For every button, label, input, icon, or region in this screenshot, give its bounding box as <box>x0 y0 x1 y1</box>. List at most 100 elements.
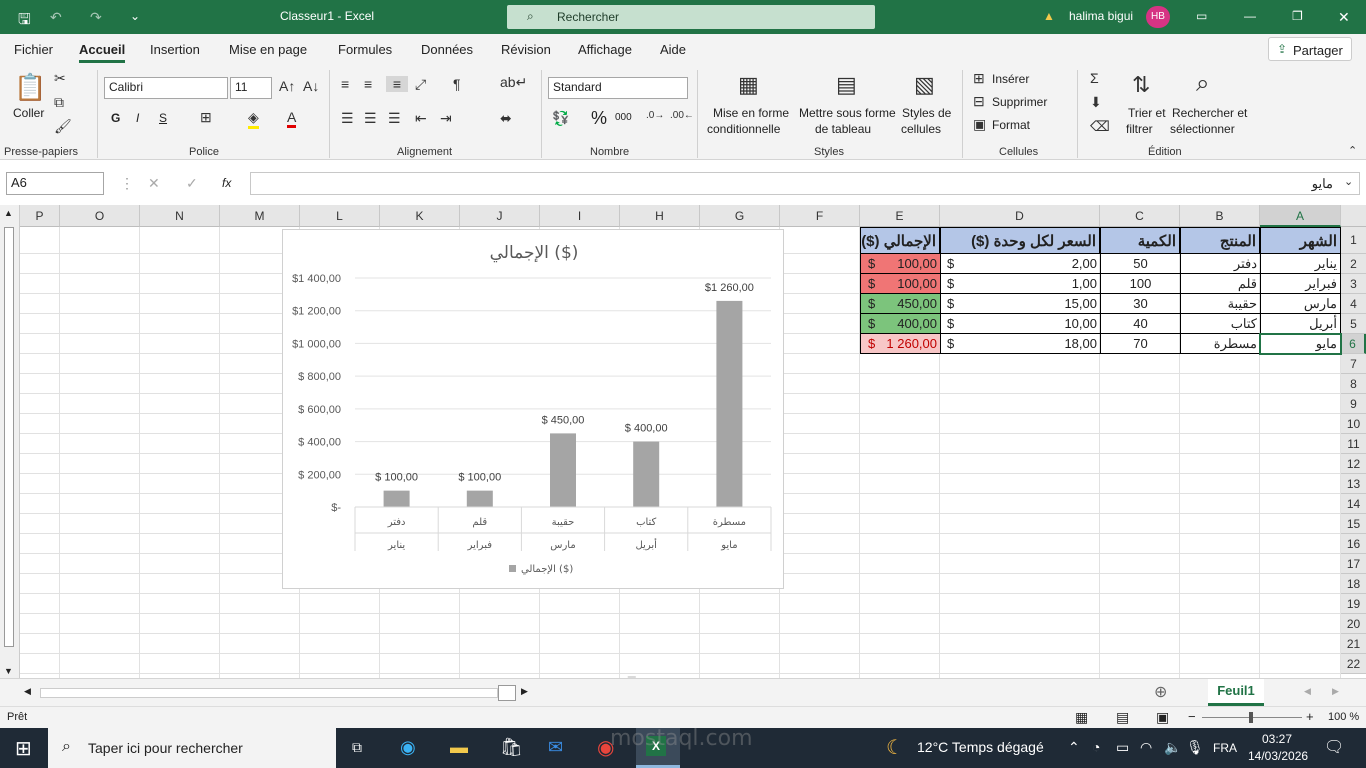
sort-filter-label2[interactable]: filtrer <box>1126 122 1153 136</box>
insert-function-button[interactable]: fx <box>222 176 231 190</box>
column-header-a[interactable]: A <box>1260 205 1341 227</box>
scroll-left-icon[interactable]: ◀ <box>24 686 31 697</box>
tab-formulas[interactable]: Formules <box>338 42 392 57</box>
format-as-table-icon[interactable]: ▤ <box>836 72 857 98</box>
notifications-icon[interactable]: 🗨 <box>1324 737 1344 757</box>
select-all-corner[interactable] <box>1341 205 1366 227</box>
find-select-label2[interactable]: sélectionner <box>1170 122 1235 136</box>
increase-decimal-icon[interactable]: .0→ <box>646 110 664 121</box>
table-header-cell[interactable]: الشهر <box>1260 227 1341 254</box>
search-box[interactable]: ⌕ Rechercher <box>507 5 875 29</box>
row-header-9[interactable]: 9 <box>1341 394 1366 414</box>
align-middle-icon[interactable]: ≡ <box>364 76 372 92</box>
clock-time[interactable]: 03:27 <box>1262 732 1292 746</box>
column-header-l[interactable]: L <box>300 205 380 227</box>
decrease-font-icon[interactable]: A↓ <box>303 78 319 94</box>
normal-view-icon[interactable]: ▦ <box>1075 709 1088 726</box>
cancel-icon[interactable]: ✕ <box>148 175 160 192</box>
insert-cells-icon[interactable]: ⊞ <box>973 70 985 87</box>
row-header-2[interactable]: 2 <box>1341 254 1366 274</box>
align-center-icon[interactable]: ☰ <box>364 110 377 127</box>
row-header-14[interactable]: 14 <box>1341 494 1366 514</box>
weather-text[interactable]: 12°C Temps dégagé <box>917 739 1044 755</box>
scroll-down-icon[interactable]: ▼ <box>4 666 13 676</box>
table-cell-total[interactable]: 400,00 $ <box>860 314 940 334</box>
outlook-icon[interactable]: ✉ <box>548 737 563 758</box>
increase-font-icon[interactable]: A↑ <box>279 78 295 94</box>
delete-cells-icon[interactable]: ⊟ <box>973 93 985 110</box>
cut-icon[interactable]: ✂ <box>54 70 66 87</box>
format-cells-button[interactable]: Format <box>992 118 1030 132</box>
prev-sheet-icon[interactable]: ◀ <box>1304 686 1311 697</box>
name-box[interactable]: A6 <box>6 172 104 195</box>
tab-insert[interactable]: Insertion <box>150 42 200 57</box>
next-sheet-icon[interactable]: ▶ <box>1332 686 1339 697</box>
conditional-formatting-label[interactable]: Mise en forme <box>713 106 789 120</box>
delete-cells-button[interactable]: Supprimer <box>992 95 1047 109</box>
scroll-up-icon[interactable]: ▲ <box>4 208 13 218</box>
column-header-k[interactable]: K <box>380 205 460 227</box>
wrap-text-icon[interactable]: ab↵ <box>500 74 527 91</box>
column-header-j[interactable]: J <box>460 205 540 227</box>
cell-styles-icon[interactable]: ▧ <box>914 72 935 98</box>
maximize-icon[interactable]: ❐ <box>1292 9 1303 23</box>
find-select-icon[interactable]: ⌕ <box>1196 70 1209 98</box>
clear-icon[interactable]: ⌫ <box>1090 118 1110 135</box>
close-icon[interactable]: ✕ <box>1338 9 1350 26</box>
rtl-icon[interactable]: ¶ <box>453 76 461 92</box>
table-cell-price[interactable]: 1,00 $ <box>940 274 1100 294</box>
zoom-out-icon[interactable]: − <box>1188 709 1196 724</box>
table-cell-product[interactable]: مسطرة <box>1180 334 1260 354</box>
collapse-ribbon-icon[interactable]: ⌃ <box>1348 144 1357 157</box>
table-cell-product[interactable]: دفتر <box>1180 254 1260 274</box>
merge-center-icon[interactable]: ⬌ <box>500 110 512 127</box>
fill-color-icon[interactable]: ◈ <box>248 109 259 129</box>
undo-icon[interactable]: ↶ <box>50 9 62 26</box>
horizontal-scrollbar[interactable] <box>40 688 498 698</box>
taskbar-search[interactable]: ⌕ Taper ici pour rechercher <box>48 728 336 768</box>
bar-chart[interactable]: الإجمالي ($) $- $ 200,00 $ 400,00 $ 600,00 $… <box>282 229 784 589</box>
font-size-select[interactable]: 11 <box>230 77 272 99</box>
table-header-cell[interactable]: الكمية <box>1100 227 1180 254</box>
avatar[interactable]: HB <box>1146 6 1170 28</box>
battery-icon[interactable]: ▭ <box>1116 739 1129 756</box>
font-color-icon[interactable]: A <box>287 109 297 128</box>
edge-icon[interactable]: ◉ <box>400 737 416 758</box>
table-header-cell[interactable]: الإجمالي ($) <box>860 227 940 254</box>
tab-help[interactable]: Aide <box>660 42 686 57</box>
table-cell-qty[interactable]: 50 <box>1100 254 1180 274</box>
row-header-11[interactable]: 11 <box>1341 434 1366 454</box>
sort-filter-label[interactable]: Trier et <box>1128 106 1166 120</box>
redo-icon[interactable]: ↷ <box>90 9 102 26</box>
cell-styles-label[interactable]: Styles de <box>902 106 951 120</box>
sort-filter-icon[interactable]: ⇅ <box>1132 72 1150 98</box>
accounting-format-icon[interactable]: 💱 <box>552 110 569 127</box>
decrease-indent-icon[interactable]: ⇤ <box>415 110 427 127</box>
row-header-4[interactable]: 4 <box>1341 294 1366 314</box>
page-layout-view-icon[interactable]: ▤ <box>1116 709 1129 726</box>
enter-icon[interactable]: ✓ <box>186 175 198 192</box>
task-view-icon[interactable]: ⧉ <box>352 739 362 756</box>
italic-button[interactable]: I <box>136 111 139 125</box>
row-header-21[interactable]: 21 <box>1341 634 1366 654</box>
horizontal-scroll-thumb[interactable] <box>498 685 516 701</box>
zoom-in-icon[interactable]: + <box>1306 709 1314 724</box>
windows-start-icon[interactable]: ⊞ <box>15 736 32 761</box>
column-header-b[interactable]: B <box>1180 205 1260 227</box>
format-as-table-label2[interactable]: de tableau <box>815 122 871 136</box>
customize-toolbar-icon[interactable]: ⌄ <box>130 9 140 23</box>
row-header-7[interactable]: 7 <box>1341 354 1366 374</box>
tray-chevron-icon[interactable]: ⌃ <box>1068 739 1080 756</box>
tab-review[interactable]: Révision <box>501 42 551 57</box>
row-header-3[interactable]: 3 <box>1341 274 1366 294</box>
row-header-12[interactable]: 12 <box>1341 454 1366 474</box>
format-as-table-label[interactable]: Mettre sous forme <box>799 106 896 120</box>
column-header-c[interactable]: C <box>1100 205 1180 227</box>
align-left-icon[interactable]: ☰ <box>341 110 354 127</box>
network-warning-icon[interactable]: ◔ <box>1092 739 1100 755</box>
column-header-f[interactable]: F <box>780 205 860 227</box>
zoom-slider-thumb[interactable] <box>1249 712 1253 723</box>
row-header-22[interactable]: 22 <box>1341 654 1366 674</box>
align-right-icon[interactable]: ☰ <box>388 110 401 127</box>
paste-icon[interactable]: 📋 <box>14 72 46 103</box>
